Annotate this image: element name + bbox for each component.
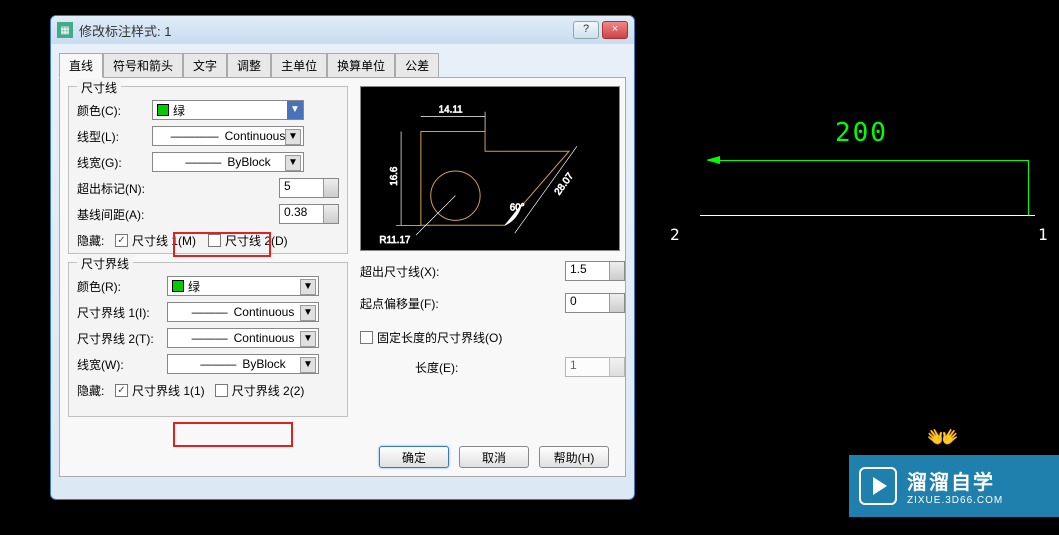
ext-color-label: 颜色(R): (77, 278, 167, 295)
color-label: 颜色(C): (77, 102, 152, 119)
help-button[interactable]: ? (573, 21, 599, 39)
lineweight-label: 线宽(G): (77, 154, 152, 171)
highlight-box-2 (173, 422, 293, 447)
suppress-dimline1-checkbox[interactable] (115, 234, 128, 247)
ok-button[interactable]: 确定 (379, 446, 449, 468)
ext-linetype2-label: 尺寸界线 2(T): (77, 330, 167, 347)
ext-lineweight-dropdown[interactable]: ——— ByBlock (167, 354, 319, 374)
color-value: 绿 (173, 102, 185, 119)
color-dropdown[interactable]: 绿 (152, 100, 304, 120)
extend-beyond-value: 1.5 (570, 262, 587, 276)
ext-linetype1-value: Continuous (234, 305, 295, 319)
baseline-spinner[interactable]: 0.38▴▾ (279, 204, 339, 224)
ext-lineweight-label: 线宽(W): (77, 356, 167, 373)
svg-text:14.11: 14.11 (439, 105, 463, 116)
color-swatch-icon (157, 104, 169, 116)
extend-beyond-spinner[interactable]: 1.5▴▾ (565, 261, 625, 281)
close-button[interactable]: × (602, 21, 628, 39)
svg-text:16.6: 16.6 (389, 166, 400, 186)
extend-value: 5 (284, 179, 291, 193)
cad-canvas: 200 2 1 👐 j 溜溜自学 ZIXUE.3D66.COM (640, 0, 1059, 535)
suppress-extline1-checkbox[interactable] (115, 384, 128, 397)
linetype-dropdown[interactable]: ———— Continuous (152, 126, 304, 146)
ext-linetype1-label: 尺寸界线 1(I): (77, 304, 167, 321)
tab-bar: 直线 符号和箭头 文字 调整 主单位 换算单位 公差 (51, 44, 634, 77)
svg-text:R11.17: R11.17 (379, 235, 410, 246)
ext-lineweight-value: ByBlock (242, 357, 285, 371)
group-title: 尺寸界线 (77, 255, 133, 272)
window-title: 修改标注样式: 1 (79, 21, 171, 40)
extend-label: 超出标记(N): (77, 180, 152, 197)
suppress-dimline1-label: 尺寸线 1(M) (132, 232, 196, 249)
endpoint-2: 2 (670, 225, 680, 244)
length-value: 1 (570, 358, 577, 372)
hands-icon: 👐 (927, 422, 959, 453)
tab-fit[interactable]: 调整 (227, 53, 271, 78)
ext-linetype1-dropdown[interactable]: ——— Continuous (167, 302, 319, 322)
length-label: 长度(E): (415, 359, 475, 376)
watermark: 溜溜自学 ZIXUE.3D66.COM (849, 455, 1059, 517)
tab-lines[interactable]: 直线 (59, 53, 103, 78)
title-bar[interactable]: ▦ 修改标注样式: 1 ? × (51, 16, 634, 44)
ext-linetype2-value: Continuous (234, 331, 295, 345)
dimension-line (708, 160, 1028, 161)
suppress-extline1-label: 尺寸界线 1(1) (132, 382, 205, 399)
extend-beyond-label: 超出尺寸线(X): (360, 263, 460, 280)
base-line (700, 215, 1035, 216)
suppress-extline2-checkbox[interactable] (215, 384, 228, 397)
tab-alt-units[interactable]: 换算单位 (327, 53, 395, 78)
suppress-extline2-label: 尺寸界线 2(2) (232, 382, 305, 399)
baseline-value: 0.38 (284, 205, 307, 219)
group-title: 尺寸线 (77, 79, 121, 96)
extension-line-group: 尺寸界线 颜色(R): 绿 尺寸界线 1(I): ——— Continuous … (68, 262, 348, 417)
endpoint-1: 1 (1038, 225, 1048, 244)
linetype-label: 线型(L): (77, 128, 152, 145)
app-icon: ▦ (57, 22, 73, 38)
tab-text[interactable]: 文字 (183, 53, 227, 78)
suppress-dimline2-label: 尺寸线 2(D) (225, 232, 288, 249)
ext-suppress-label: 隐藏: (77, 382, 115, 399)
fixed-length-label: 固定长度的尺寸界线(O) (377, 329, 502, 346)
lineweight-value: ByBlock (227, 155, 270, 169)
play-icon (859, 467, 897, 505)
arrow-icon (706, 156, 720, 164)
tab-tolerances[interactable]: 公差 (395, 53, 439, 78)
cancel-button[interactable]: 取消 (459, 446, 529, 468)
help-button[interactable]: 帮助(H) (539, 446, 609, 468)
ext-line-settings: 超出尺寸线(X): 1.5▴▾ 起点偏移量(F): 0▴▾ 固定长度的尺寸界线(… (360, 256, 625, 382)
extend-spinner[interactable]: 5▴▾ (279, 178, 339, 198)
offset-label: 起点偏移量(F): (360, 295, 460, 312)
preview-pane: 14.11 16.6 28.07 60° R11.17 (360, 86, 620, 251)
watermark-cn: 溜溜自学 (907, 466, 1003, 495)
offset-value: 0 (570, 294, 577, 308)
dimension-line-group: 尺寸线 颜色(C): 绿 线型(L): ———— Continuous 线宽(G… (68, 86, 348, 254)
suppress-label: 隐藏: (77, 232, 115, 249)
tab-primary-units[interactable]: 主单位 (271, 53, 327, 78)
fixed-length-checkbox[interactable] (360, 331, 373, 344)
color-swatch-icon (172, 280, 184, 292)
extension-line (1028, 160, 1029, 215)
ext-linetype2-dropdown[interactable]: ——— Continuous (167, 328, 319, 348)
linetype-value: Continuous (225, 129, 286, 143)
lineweight-dropdown[interactable]: ——— ByBlock (152, 152, 304, 172)
tab-symbols-arrows[interactable]: 符号和箭头 (103, 53, 183, 78)
length-spinner[interactable]: 1▴▾ (565, 357, 625, 377)
watermark-en: ZIXUE.3D66.COM (907, 495, 1003, 506)
suppress-dimline2-checkbox[interactable] (208, 234, 221, 247)
offset-spinner[interactable]: 0▴▾ (565, 293, 625, 313)
modify-dim-style-dialog: ▦ 修改标注样式: 1 ? × 直线 符号和箭头 文字 调整 主单位 换算单位 … (50, 15, 635, 500)
tab-content: 尺寸线 颜色(C): 绿 线型(L): ———— Continuous 线宽(G… (59, 77, 626, 477)
baseline-label: 基线间距(A): (77, 206, 152, 223)
dimension-value: 200 (835, 118, 888, 148)
ext-color-value: 绿 (188, 278, 200, 295)
ext-color-dropdown[interactable]: 绿 (167, 276, 319, 296)
svg-text:60°: 60° (510, 202, 525, 213)
